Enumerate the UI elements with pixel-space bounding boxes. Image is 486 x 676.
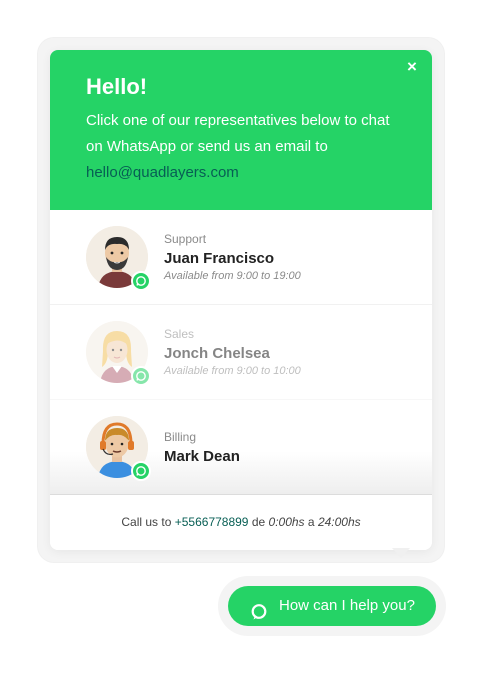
phone-link[interactable]: +5566778899: [175, 515, 249, 529]
footer-middle: de: [251, 515, 266, 529]
footer-connector: a: [307, 515, 315, 529]
footer-prefix: Call us to: [121, 515, 172, 529]
agent-role: Support: [164, 232, 207, 246]
whatsapp-icon: [131, 366, 151, 386]
whatsapp-icon: [131, 461, 151, 481]
agent-name: Jonch Chelsea: [164, 345, 270, 362]
agent-item-support[interactable]: Support Juan Francisco Available from 9:…: [50, 210, 432, 305]
intro-text: Click one of our representatives below t…: [86, 112, 390, 155]
chat-bubble-icon: [250, 597, 268, 637]
agent-availability: Available from 9:00 to 19:00: [164, 270, 301, 282]
widget-header: × Hello! Click one of our representative…: [50, 50, 432, 210]
agent-availability: Available from 9:00 to 10:00: [164, 365, 301, 377]
help-button-label: How can I help you?: [279, 597, 415, 614]
agent-role: Sales: [164, 327, 195, 341]
agent-name: Juan Francisco: [164, 250, 275, 267]
chat-widget-box: × Hello! Click one of our representative…: [50, 50, 432, 550]
agent-role: Billing: [164, 430, 197, 444]
footer-time-from: 0:00hs: [268, 515, 305, 529]
email-link[interactable]: hello@quadlayers.com: [86, 160, 406, 186]
call-us-footer: Call us to +5566778899 de 0:00hs a 24:00…: [50, 494, 432, 550]
whatsapp-icon: [131, 271, 151, 291]
agent-item-billing[interactable]: Billing Mark Dean: [50, 400, 432, 494]
agent-item-sales[interactable]: Sales Jonch Chelsea Available from 9:00 …: [50, 305, 432, 400]
help-button[interactable]: How can I help you?: [228, 586, 436, 626]
header-intro: Click one of our representatives below t…: [86, 108, 406, 186]
footer-time-to: 24:00hs: [317, 515, 361, 529]
agent-name: Mark Dean: [164, 448, 240, 465]
close-icon[interactable]: ×: [404, 58, 420, 75]
popup-pointer: [392, 548, 410, 558]
header-title: Hello!: [86, 74, 148, 99]
